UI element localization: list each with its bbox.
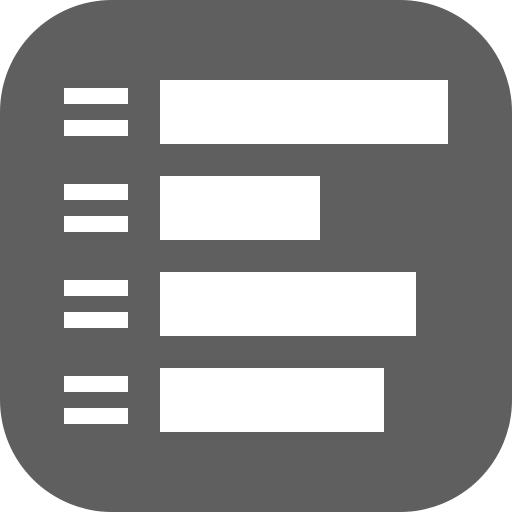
handle-line — [64, 184, 128, 200]
handle-line — [64, 376, 128, 392]
list-bar — [160, 368, 384, 432]
drag-handle-icon — [64, 280, 128, 328]
handle-line — [64, 120, 128, 136]
list-bar — [160, 80, 448, 144]
app-icon[interactable] — [0, 0, 512, 512]
handle-line — [64, 280, 128, 296]
list-bar — [160, 176, 320, 240]
handle-line — [64, 216, 128, 232]
list-row — [0, 368, 512, 432]
list-row — [0, 176, 512, 240]
list-row — [0, 80, 512, 144]
drag-handle-icon — [64, 184, 128, 232]
drag-handle-icon — [64, 376, 128, 424]
list-row — [0, 272, 512, 336]
drag-handle-icon — [64, 88, 128, 136]
handle-line — [64, 312, 128, 328]
handle-line — [64, 88, 128, 104]
list-bar — [160, 272, 416, 336]
handle-line — [64, 408, 128, 424]
